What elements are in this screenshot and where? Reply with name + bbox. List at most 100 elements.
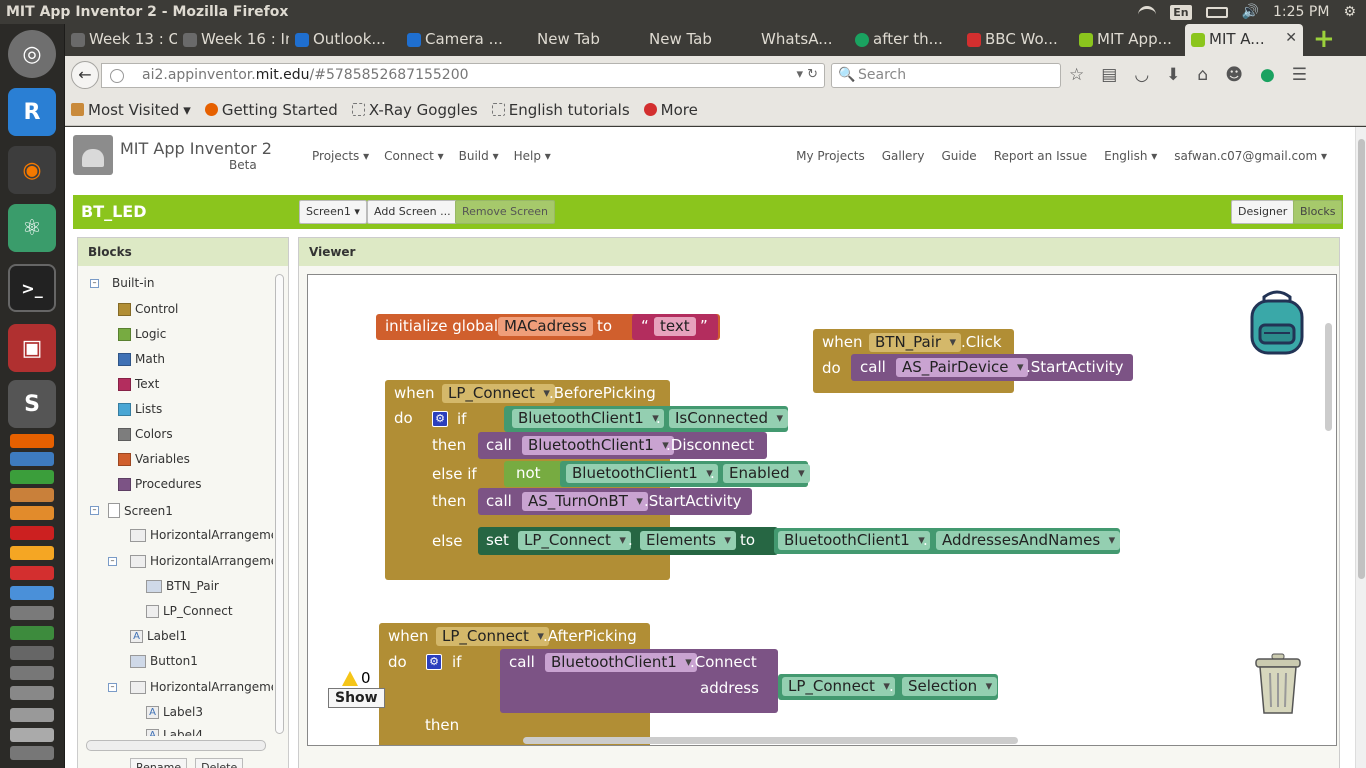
browser-tab[interactable]: BBC Wo...: [961, 24, 1073, 56]
component-dropdown[interactable]: AS_TurnOnBT: [522, 492, 648, 511]
guide-link[interactable]: Guide: [941, 149, 976, 163]
tree-component[interactable]: A Label3: [146, 705, 203, 719]
tree-text[interactable]: Text: [118, 377, 159, 391]
browser-tab-active[interactable]: MIT A... ✕: [1185, 24, 1303, 56]
workspace-icon[interactable]: [10, 708, 54, 722]
component-dropdown[interactable]: LP_Connect: [782, 677, 895, 696]
writer-icon[interactable]: [10, 452, 54, 466]
bookmark-more[interactable]: More: [643, 101, 698, 119]
not-block[interactable]: not BluetoothClient1 . Enabled: [504, 461, 810, 487]
browser-tab[interactable]: Week 16 : In...: [177, 24, 289, 56]
component-dropdown[interactable]: BluetoothClient1: [566, 464, 718, 483]
bookmark-getting-started[interactable]: Getting Started: [204, 101, 338, 119]
stack-icon[interactable]: [10, 646, 54, 660]
tree-component[interactable]: A Label4: [146, 728, 203, 736]
wifi-icon[interactable]: [1138, 6, 1157, 18]
url-bar[interactable]: ai2.appinventor.mit.edu/#578585268715520…: [101, 63, 825, 88]
menu-build[interactable]: Build ▾: [459, 149, 499, 163]
hello-icon[interactable]: ☻: [1225, 65, 1243, 85]
property-dropdown[interactable]: Enabled: [723, 464, 810, 483]
blocks-button[interactable]: Blocks: [1293, 200, 1343, 224]
ubuntu-dash-icon[interactable]: ◎: [8, 30, 56, 78]
blender-icon[interactable]: ◉: [8, 146, 56, 194]
tree-lists[interactable]: Lists: [118, 402, 162, 416]
component-dropdown[interactable]: BluetoothClient1: [545, 653, 697, 672]
pocket-icon[interactable]: ◡: [1134, 65, 1149, 85]
tree-vertical-scrollbar[interactable]: [275, 274, 284, 734]
report-issue-link[interactable]: Report an Issue: [994, 149, 1087, 163]
property-dropdown[interactable]: Elements: [640, 531, 736, 550]
bookmark-most-visited[interactable]: Most Visited ▾: [71, 101, 191, 119]
add-screen-button[interactable]: Add Screen ...: [367, 200, 458, 224]
settings-app-icon[interactable]: [10, 586, 54, 600]
shopping-icon[interactable]: [10, 546, 54, 560]
calc-icon[interactable]: [10, 470, 54, 484]
tree-component[interactable]: – HorizontalArrangemen: [108, 680, 273, 694]
browser-tab[interactable]: Week 13 : O...: [65, 24, 177, 56]
tree-procedures[interactable]: Procedures: [118, 477, 202, 491]
bookmark-xray[interactable]: X-Ray Goggles: [351, 101, 478, 119]
gear-icon[interactable]: ⚙: [426, 654, 442, 670]
tree-component[interactable]: – HorizontalArrangemen: [108, 554, 273, 568]
browser-tab[interactable]: WhatsA...: [737, 24, 849, 56]
browser-tab[interactable]: New Tab: [625, 24, 737, 56]
stack-icon[interactable]: [10, 666, 54, 680]
browser-tab[interactable]: Camera ...: [401, 24, 513, 56]
files-icon[interactable]: ▣: [8, 324, 56, 372]
collapse-icon[interactable]: –: [90, 506, 99, 515]
call-pair-device[interactable]: call AS_PairDevice .StartActivity: [851, 354, 1133, 381]
page-vertical-scrollbar[interactable]: [1355, 127, 1366, 768]
atom-icon[interactable]: ⚛: [8, 204, 56, 252]
trash-icon[interactable]: [1254, 653, 1302, 715]
terminal-icon[interactable]: >_: [8, 264, 56, 312]
download-icon[interactable]: ⬇: [1166, 65, 1180, 85]
property-dropdown[interactable]: Selection: [902, 677, 998, 696]
variable-name-field[interactable]: MACadress: [498, 317, 593, 336]
browser-tab[interactable]: New Tab: [513, 24, 625, 56]
designer-button[interactable]: Designer: [1231, 200, 1295, 224]
component-dropdown[interactable]: BluetoothClient1: [512, 409, 664, 428]
account-menu[interactable]: safwan.c07@gmail.com ▾: [1174, 149, 1327, 163]
system-monitor-icon[interactable]: [10, 626, 54, 640]
component-dropdown[interactable]: BluetoothClient1: [522, 436, 674, 455]
stack-icon[interactable]: [10, 686, 54, 700]
tree-component[interactable]: A Label1: [130, 629, 187, 643]
gallery-link[interactable]: Gallery: [882, 149, 925, 163]
init-global-block[interactable]: initialize global MACadress to “ text ”: [376, 314, 720, 340]
tree-math[interactable]: Math: [118, 352, 165, 366]
tree-component[interactable]: Button1: [130, 654, 198, 668]
component-dropdown[interactable]: BTN_Pair: [869, 333, 962, 352]
property-dropdown[interactable]: IsConnected: [669, 409, 789, 428]
keyboard-layout[interactable]: En: [1170, 4, 1192, 20]
getter-isconnected[interactable]: BluetoothClient1 . IsConnected: [504, 406, 789, 432]
call-disconnect[interactable]: call BluetoothClient1 .Disconnect: [478, 432, 767, 459]
component-dropdown[interactable]: LP_Connect: [436, 627, 549, 646]
menu-connect[interactable]: Connect ▾: [384, 149, 443, 163]
component-dropdown[interactable]: BluetoothClient1: [778, 531, 930, 550]
stack-icon[interactable]: [10, 746, 54, 760]
workspace-vertical-scrollbar[interactable]: [1325, 323, 1332, 431]
workspace-horizontal-scrollbar[interactable]: [523, 737, 1018, 744]
collapse-icon[interactable]: –: [90, 279, 99, 288]
grammarly-icon[interactable]: ●: [1260, 65, 1275, 85]
google-plus-icon[interactable]: [10, 566, 54, 580]
component-dropdown[interactable]: AS_PairDevice: [896, 358, 1029, 377]
r-app-icon[interactable]: R: [8, 88, 56, 136]
text-block[interactable]: “ text ”: [632, 314, 718, 340]
app-inventor-logo[interactable]: [73, 135, 113, 175]
gear-icon[interactable]: ⚙: [432, 411, 448, 427]
firefox-icon[interactable]: [10, 434, 54, 448]
collapse-icon[interactable]: –: [108, 557, 117, 566]
scrollbar-thumb[interactable]: [1358, 139, 1365, 579]
tree-component[interactable]: HorizontalArrangemen: [130, 528, 273, 542]
component-dropdown[interactable]: LP_Connect: [442, 384, 555, 403]
amazon-icon[interactable]: [10, 506, 54, 520]
bookmark-star-icon[interactable]: ☆: [1069, 65, 1084, 85]
tree-variables[interactable]: Variables: [118, 452, 190, 466]
component-dropdown[interactable]: LP_Connect: [518, 531, 631, 550]
backpack-icon[interactable]: [1246, 289, 1308, 355]
language-menu[interactable]: English ▾: [1104, 149, 1157, 163]
collapse-icon[interactable]: –: [108, 683, 117, 692]
if-block[interactable]: ⚙ if then: [419, 649, 503, 745]
home-icon[interactable]: ⌂: [1197, 65, 1208, 85]
